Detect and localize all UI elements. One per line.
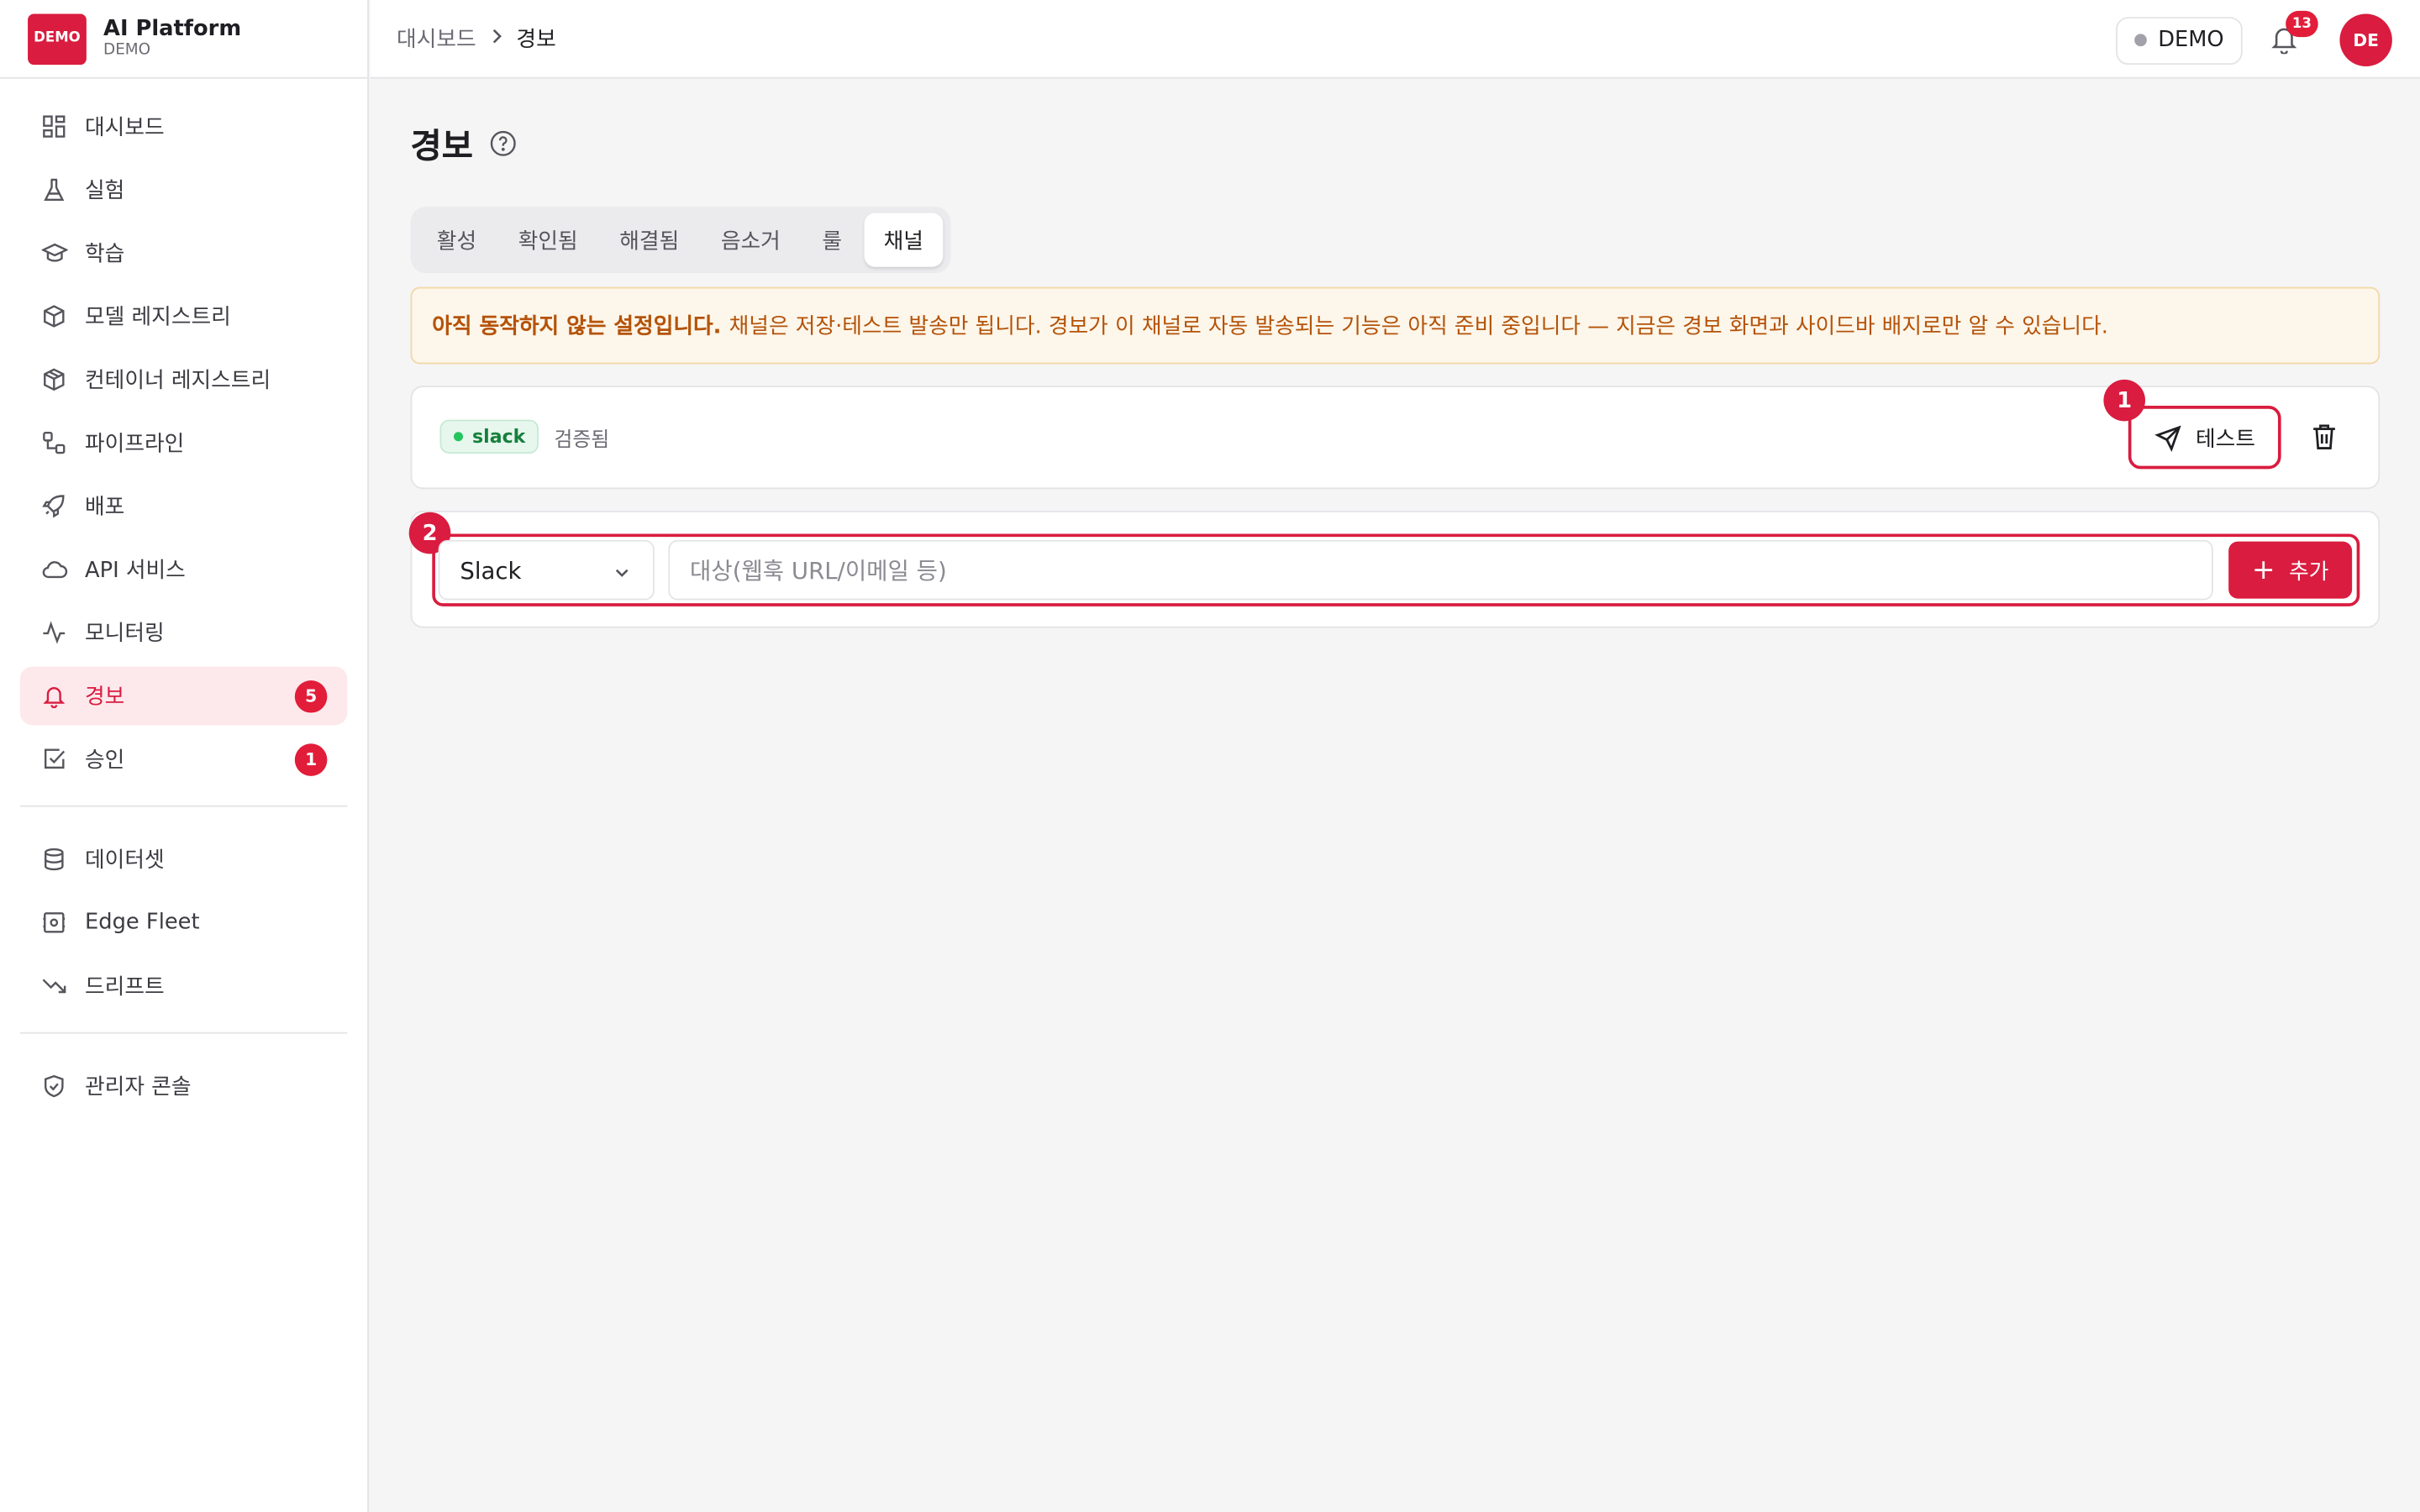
brand[interactable]: DEMO AI Platform DEMO (0, 0, 368, 79)
sidebar-item-label: 대시보드 (85, 115, 165, 141)
sidebar-item-label: 드리프트 (85, 974, 165, 1000)
cloud-icon (40, 555, 68, 583)
env-label: DEMO (2158, 28, 2224, 53)
add-channel-card: 2 Slack + 추가 (408, 510, 2381, 628)
trending-down-icon (40, 972, 68, 1000)
step-marker-1: 1 (2103, 379, 2146, 422)
topbar-actions: DEMO 13 DE (2116, 10, 2392, 66)
sidebar-item-label: 학습 (85, 242, 125, 267)
sidebar-item-monitoring[interactable]: 모니터링 (20, 603, 347, 662)
breadcrumb-dashboard[interactable]: 대시보드 (397, 24, 476, 55)
sidebar-item-training[interactable]: 학습 (20, 223, 347, 282)
approvals-count-badge: 1 (294, 743, 328, 776)
add-channel-label: 추가 (2289, 559, 2329, 585)
sidebar-item-dashboard[interactable]: 대시보드 (20, 97, 347, 156)
check-square-icon (40, 745, 68, 773)
add-channel-button[interactable]: + 추가 (2228, 541, 2353, 599)
status-dot (453, 432, 464, 442)
channel-card: slack 검증됨 테스트 1 (410, 379, 2381, 490)
tab-acknowledged[interactable]: 확인됨 (498, 213, 598, 266)
plus-icon: + (2251, 553, 2275, 586)
sidebar-item-edge-fleet[interactable]: Edge Fleet (20, 893, 347, 952)
sidebar-item-label: 모델 레지스트리 (85, 305, 231, 331)
sidebar: DEMO AI Platform DEMO 대시보드 실험 학습 모델 레지스트… (0, 0, 369, 1512)
env-status-dot (2134, 34, 2148, 47)
sidebar-item-label: API 서비스 (85, 558, 186, 584)
flask-icon (40, 176, 68, 203)
sidebar-item-alerts[interactable]: 경보 5 (19, 666, 348, 726)
channel-type-badge: slack (439, 419, 539, 454)
sidebar-item-container-registry[interactable]: 컨테이너 레지스트리 (20, 350, 347, 409)
brand-logo: DEMO (28, 13, 87, 65)
channel-type-select[interactable]: Slack (438, 539, 655, 601)
chevron-right-icon (490, 27, 502, 50)
alerts-count-badge: 5 (294, 680, 328, 713)
test-send-button[interactable]: 테스트 (2128, 406, 2281, 470)
sidebar-item-drift[interactable]: 드리프트 (20, 957, 347, 1016)
breadcrumb: 대시보드 경보 (397, 24, 556, 55)
tab-resolved[interactable]: 해결됨 (599, 213, 699, 266)
sidebar-divider (19, 805, 348, 807)
channel-type-label: slack (472, 425, 526, 448)
sidebar-item-label: 모니터링 (85, 622, 165, 647)
tab-active[interactable]: 활성 (417, 213, 497, 266)
sidebar-item-datasets[interactable]: 데이터셋 (20, 830, 347, 889)
sidebar-item-label: 실험 (85, 179, 125, 204)
graduation-cap-icon (40, 239, 68, 267)
trash-icon (2313, 424, 2335, 449)
dashboard-icon (40, 113, 68, 140)
sidebar-item-label: 배포 (85, 495, 125, 520)
chevron-down-icon (613, 560, 631, 588)
sidebar-item-label: 컨테이너 레지스트리 (85, 368, 271, 394)
topbar: 대시보드 경보 DEMO 13 DE (370, 0, 2420, 79)
notice-text: 채널은 저장·테스트 발송만 됩니다. 경보가 이 채널로 자동 발송되는 기능… (729, 314, 2108, 340)
channel-status: 검증됨 (554, 428, 610, 453)
sidebar-item-approvals[interactable]: 승인 1 (20, 730, 347, 789)
sidebar-item-label: 데이터셋 (85, 848, 165, 874)
sidebar-item-label: 승인 (85, 748, 125, 774)
sidebar-item-label: Edge Fleet (85, 910, 200, 936)
sidebar-item-experiments[interactable]: 실험 (20, 160, 347, 219)
notifications-button[interactable]: 13 (2270, 10, 2318, 55)
brand-sub: DEMO (103, 41, 151, 59)
warning-notice: 아직 동작하지 않는 설정입니다. 채널은 저장·테스트 발송만 됩니다. 경보… (410, 286, 2381, 365)
notifications-count-badge: 13 (2286, 10, 2318, 38)
sidebar-item-api-service[interactable]: API 서비스 (20, 540, 347, 599)
channel-type-value: Slack (460, 556, 522, 585)
notice-title: 아직 동작하지 않는 설정입니다. (432, 314, 722, 340)
tab-muted[interactable]: 음소거 (701, 213, 801, 266)
breadcrumb-alerts: 경보 (516, 28, 556, 53)
sidebar-nav: 대시보드 실험 학습 모델 레지스트리 컨테이너 레지스트리 파이프라인 배포 … (0, 79, 367, 1116)
alert-tabs: 활성 확인됨 해결됨 음소거 룰 채널 (410, 207, 952, 274)
help-icon[interactable] (490, 129, 518, 157)
sidebar-item-label: 경보 (85, 685, 125, 710)
tab-rules[interactable]: 룰 (802, 213, 862, 266)
test-send-label: 테스트 (2196, 426, 2255, 452)
workflow-icon (40, 429, 68, 457)
sidebar-item-label: 관리자 콘솔 (85, 1075, 192, 1100)
sidebar-item-admin-console[interactable]: 관리자 콘솔 (20, 1057, 347, 1116)
avatar[interactable]: DE (2339, 13, 2392, 66)
boxes-icon (40, 365, 68, 393)
send-icon (2154, 423, 2181, 452)
main-content: 경보 활성 확인됨 해결됨 음소거 룰 채널 아직 동작하지 않는 설정입니다.… (408, 79, 2381, 628)
shield-icon (40, 1073, 68, 1100)
sidebar-item-model-registry[interactable]: 모델 레지스트리 (20, 287, 347, 346)
edge-device-icon (40, 909, 68, 937)
rocket-icon (40, 492, 68, 520)
tab-channels[interactable]: 채널 (863, 213, 944, 267)
sidebar-item-pipeline[interactable]: 파이프라인 (20, 413, 347, 472)
sidebar-item-label: 파이프라인 (85, 432, 185, 457)
database-icon (40, 846, 68, 874)
page-title: 경보 (410, 128, 473, 167)
sidebar-item-deploy[interactable]: 배포 (20, 477, 347, 536)
brand-name: AI Platform (103, 17, 242, 42)
env-switcher[interactable]: DEMO (2116, 16, 2243, 65)
delete-channel-button[interactable] (2312, 423, 2339, 454)
sidebar-divider (19, 1032, 348, 1034)
activity-icon (40, 619, 68, 647)
bell-icon (40, 682, 68, 710)
box-icon (40, 302, 68, 330)
target-input[interactable] (668, 539, 2213, 601)
